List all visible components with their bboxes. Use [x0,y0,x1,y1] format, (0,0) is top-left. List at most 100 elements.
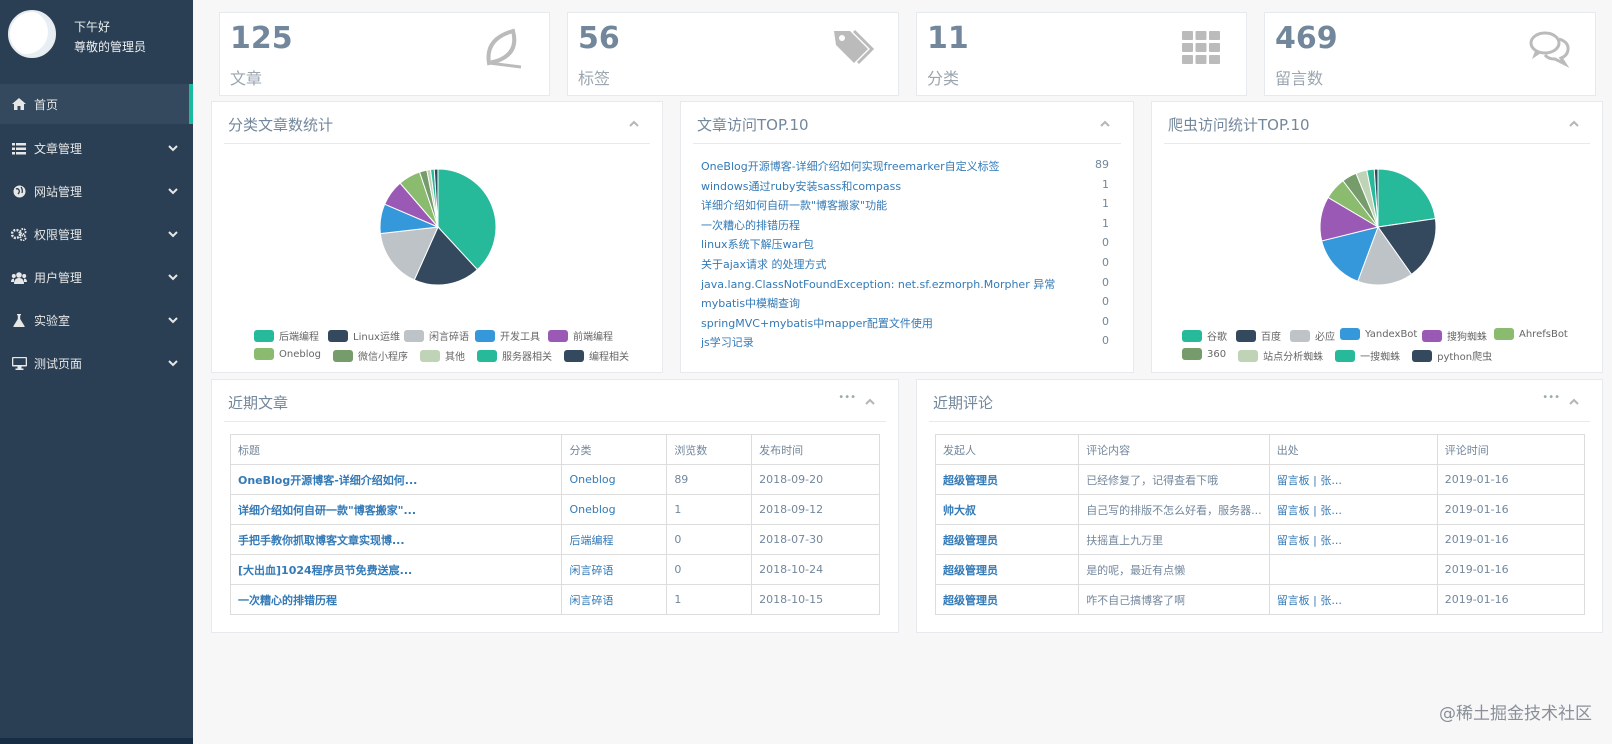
sidebar-item-label: 实验室 [34,314,71,328]
article-link[interactable]: 详细介绍如何自研一款"博客搬家"功能 [701,199,887,212]
chevron-down-icon [168,317,178,324]
article-link[interactable]: 一次糟心的排错历程 [701,219,800,232]
article-link[interactable]: OneBlog开源博客-详细介绍如何实现freemarker自定义标签 [701,160,1000,173]
legend-item[interactable]: AhrefsBot [1494,328,1568,340]
category-link[interactable]: 闲言碎语 [561,584,668,615]
legend-item[interactable]: 编程相关 [563,348,629,363]
legend-swatch [254,348,274,360]
sidebar-item-label: 文章管理 [34,142,83,156]
commenter-link[interactable]: 超级管理员 [934,464,1080,495]
article-title-link[interactable]: 一次糟心的排错历程 [229,584,563,615]
legend-item[interactable]: 前端编程 [548,328,613,343]
legend-item[interactable]: Linux运维 [328,328,400,343]
legend-label: 前端编程 [573,332,613,343]
legend-item[interactable]: 百度 [1236,328,1281,343]
article-link[interactable]: mybatis中模糊查询 [701,297,800,310]
article-link[interactable]: java.lang.ClassNotFoundException: net.sf… [701,278,1055,291]
comment-content: 自己写的排版不怎么好看，服务器... [1078,494,1270,525]
sidebar-item-test[interactable]: 测试页面 [0,342,193,385]
commenter-link[interactable]: 超级管理员 [934,554,1080,585]
article-link[interactable]: 关于ajax请求 的处理方式 [701,258,827,271]
chevron-down-icon [168,188,178,195]
commenter-link[interactable]: 帅大叔 [934,494,1080,525]
legend-swatch [475,329,495,342]
legend-label: 百度 [1261,332,1281,343]
tile-tags[interactable]: 56 标签 [567,12,899,96]
legend-swatch [1290,329,1310,342]
legend-item[interactable]: YandexBot [1340,328,1417,340]
more-icon[interactable]: ••• [1542,392,1560,403]
tile-comments[interactable]: 469 留言数 [1264,12,1596,96]
watermark: @稀土掘金技术社区 [1439,704,1592,724]
sidebar-item-articles[interactable]: 文章管理 [0,127,193,170]
tile-articles[interactable]: 125 文章 [219,12,550,96]
recent-comments-table: 发起人 评论内容 出处 评论时间 超级管理员 已经修复了，记得查看下哦 留言板 … [934,434,1586,615]
legend-item[interactable]: python爬虫 [1412,348,1492,363]
sidebar-item-home[interactable]: 首页 [0,84,193,124]
sidebar-item-users[interactable]: 用户管理 [0,256,193,299]
article-title-link[interactable]: [大出血]1024程序员节免费送宸... [229,554,563,585]
list-item: 详细介绍如何自研一款"博客搬家"功能 1 [701,197,1109,217]
sidebar-item-permissions[interactable]: 权限管理 [0,213,193,256]
table-row: [大出血]1024程序员节免费送宸... 闲言碎语 0 2018-10-24 [229,554,880,585]
legend-label: 搜狗蜘蛛 [1447,332,1487,343]
legend-item[interactable]: 开发工具 [475,328,540,343]
legend-item[interactable]: 一搜蜘蛛 [1335,348,1400,363]
category-link[interactable]: 后端编程 [561,524,668,555]
legend-item[interactable]: 服务器相关 [476,348,552,363]
article-title-link[interactable]: 详细介绍如何自研一款"博客搬家"... [229,494,563,525]
avatar[interactable] [8,10,56,58]
source-link[interactable]: 留言板 | 张... [1268,524,1438,555]
source-link[interactable]: 留言板 | 张... [1268,494,1438,525]
sidebar-item-lab[interactable]: 实验室 [0,299,193,342]
list-item: OneBlog开源博客-详细介绍如何实现freemarker自定义标签 89 [701,158,1109,178]
tile-categories[interactable]: 11 分类 [916,12,1247,96]
chevron-up-icon[interactable] [1568,396,1580,408]
article-link[interactable]: windows通过ruby安装sass和compass [701,180,901,193]
sidebar-item-site[interactable]: 网站管理 [0,170,193,213]
article-link[interactable]: springMVC+mybatis中mapper配置文件使用 [701,317,933,330]
legend-item[interactable]: 微信小程序 [332,348,408,363]
legend-item[interactable]: 360 [1182,348,1226,360]
chevron-up-icon[interactable] [1099,118,1111,130]
comments-icon [1529,31,1570,68]
sidebar-item-label: 权限管理 [34,228,83,242]
sidebar-item-label: 网站管理 [34,185,83,199]
legend-item[interactable]: 站点分析蜘蛛 [1238,348,1323,363]
legend-swatch [328,329,348,342]
panel-divider [929,421,1590,422]
gears-icon [10,228,28,242]
legend-item[interactable]: 其他 [419,348,465,363]
legend-item[interactable]: 搜狗蜘蛛 [1422,328,1487,343]
commenter-link[interactable]: 超级管理员 [934,524,1080,555]
source-link[interactable]: 留言板 | 张... [1268,464,1438,495]
chevron-down-icon [168,231,178,238]
category-link[interactable]: Oneblog [561,494,668,525]
category-link[interactable]: Oneblog [561,464,668,495]
source-link[interactable] [1268,554,1438,585]
category-link[interactable]: 闲言碎语 [561,554,668,585]
tile-label: 文章 [230,69,263,88]
article-link[interactable]: js学习记录 [701,336,754,349]
column-header: 发起人 [934,434,1080,465]
commenter-link[interactable]: 超级管理员 [934,584,1080,615]
legend-item[interactable]: 谷歌 [1182,328,1227,343]
article-link[interactable]: linux系统下解压war包 [701,238,814,251]
tile-count: 56 [578,21,620,56]
legend-item[interactable]: 闲言碎语 [404,328,469,343]
sidebar-item-label: 用户管理 [34,271,83,285]
table-row: 帅大叔 自己写的排版不怎么好看，服务器... 留言板 | 张... 2019-0… [934,494,1586,525]
legend-item[interactable]: 必应 [1290,328,1335,343]
article-title-link[interactable]: OneBlog开源博客-详细介绍如何... [229,464,563,495]
legend-item[interactable]: Oneblog [254,348,321,360]
article-title-link[interactable]: 手把手教你抓取博客文章实现博... [229,524,563,555]
legend-swatch [1238,349,1259,362]
table-header-row: 标题 分类 浏览数 发布时间 [229,434,880,465]
publish-date: 2018-10-15 [751,584,880,615]
source-link[interactable]: 留言板 | 张... [1268,584,1438,615]
top-articles-panel: 文章访问TOP.10 OneBlog开源博客-详细介绍如何实现freemarke… [680,101,1134,373]
legend-item[interactable]: 后端编程 [254,328,319,343]
more-icon[interactable]: ••• [838,392,856,403]
chevron-up-icon[interactable] [864,396,876,408]
table-row: OneBlog开源博客-详细介绍如何... Oneblog 89 2018-09… [229,464,880,495]
